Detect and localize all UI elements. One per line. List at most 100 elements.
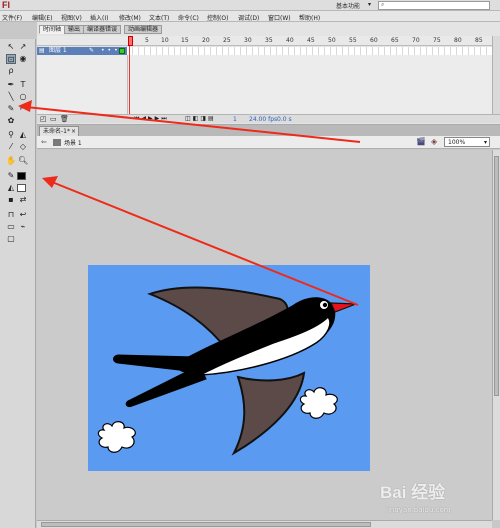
deco-tool-icon[interactable]: ✿ [6,116,16,126]
stroke-color-swatch[interactable] [17,172,26,180]
help-search-input[interactable]: ⌕ [378,1,490,10]
3d-rotation-tool-icon[interactable]: ◉ [18,54,28,64]
frame-number: 50 [328,37,336,44]
playhead[interactable] [128,36,133,46]
timeline-panel: 时间轴 输出 编译器错误 动画编辑器 👁︎🔒︎□ 1 5 10 15 20 25… [37,22,500,125]
layer-frames[interactable] [127,47,500,55]
scene-breadcrumb[interactable]: 场景 1 [64,138,82,147]
back-arrow-icon[interactable]: ⇐ [41,138,47,146]
stage-canvas[interactable] [88,265,370,471]
timeline-header: 👁︎🔒︎□ 1 5 10 15 20 25 30 35 40 45 50 55 … [37,36,500,58]
frame-number: 20 [202,37,210,44]
chevron-down-icon[interactable]: ▾ [368,1,371,8]
tab-output[interactable]: 输出 [64,25,85,34]
document-tab-title: 未命名-1* [43,128,70,135]
pen-tool-icon[interactable]: ✒ [6,80,16,90]
fill-color-swatch[interactable] [17,184,26,192]
watermark-brand: Bai 经验 [380,483,446,502]
swallow-drawing [97,286,357,456]
new-folder-icon[interactable]: ▭ [50,115,57,123]
swap-colors-icon[interactable]: ⇄ [18,195,28,205]
cloud-left [97,421,136,453]
scene-icon [53,139,61,146]
pencil-tool-icon[interactable]: ✎ [6,104,16,114]
menu-control[interactable]: 控制(O) [207,13,228,22]
frame-number: 70 [412,37,420,44]
fill-color-icon: ◭ [7,183,15,192]
cloud-right [299,387,338,419]
fps-readout[interactable]: 24.00 fps [249,116,277,123]
layer-icon: ▤ [39,47,45,54]
edit-symbols-icon[interactable]: ◈ [431,137,437,146]
menu-text[interactable]: 文本(T) [149,13,169,22]
chevron-down-icon: ▾ [483,139,487,146]
default-colors-icon[interactable]: ▪ [6,195,16,205]
layer-name[interactable]: 图层 1 [49,47,67,55]
tab-compiler-errors[interactable]: 编译器错误 [83,25,122,34]
vertical-scroll-thumb[interactable] [494,156,499,396]
zoom-value: 100% [448,139,466,146]
bone-tool-icon[interactable]: ⚲ [6,130,16,140]
layer-visibility-dots[interactable]: ••• [101,47,121,55]
lasso-tool-icon[interactable]: ρ [6,66,16,76]
option-2-icon[interactable]: ▢ [6,234,16,244]
tab-motion-editor[interactable]: 动画编辑器 [124,25,163,34]
stroke-color-icon: ✎ [7,171,15,180]
eraser-tool-icon[interactable]: ◇ [18,142,28,152]
zoom-tool-icon[interactable]: 🔍︎ [18,156,28,166]
playback-controls[interactable]: ⏮◀▶▶⏭ [134,115,169,123]
text-tool-icon[interactable]: T [18,80,28,90]
line-tool-icon[interactable]: ╲ [6,92,16,102]
smooth-icon[interactable]: ↩ [18,210,28,220]
option-icon[interactable]: ⌁ [18,222,28,232]
eyedropper-tool-icon[interactable]: ⁄ [6,142,16,152]
new-layer-icon[interactable]: ◰ [40,115,47,123]
menu-window[interactable]: 窗口(W) [268,13,291,22]
frame-number: 10 [161,37,169,44]
paint-bucket-tool-icon[interactable]: ◭ [18,130,28,140]
baidu-jingyan-watermark: Bai 经验 jingyan.baidu.com [380,478,492,522]
snap-to-objects-icon[interactable]: ⊓ [6,210,16,220]
oval-tool-icon[interactable]: ○ [18,92,28,102]
hand-tool-icon[interactable]: ✋ [6,156,16,166]
close-icon[interactable]: × [71,127,76,136]
horizontal-scroll-thumb[interactable] [41,522,371,527]
workspace-switcher[interactable]: 基本功能 [336,1,360,10]
subselection-tool-icon[interactable]: ↗ [18,42,28,52]
free-transform-tool-icon[interactable]: ⊡ [6,54,16,64]
menu-modify[interactable]: 修改(M) [119,13,141,22]
frame-number: 45 [307,37,315,44]
app-title-bar: Fl 基本功能 ▾ ⌕ [0,0,500,11]
search-icon: ⌕ [381,1,385,8]
beak [330,302,357,313]
frames-grid-empty [127,55,500,114]
timeline-tabs: 时间轴 输出 编译器错误 动画编辑器 [37,25,500,34]
selection-tool-icon[interactable]: ↖ [6,42,16,52]
brush-tool-icon[interactable]: ⌐ [18,104,28,114]
menu-insert[interactable]: 插入(I) [90,13,108,22]
frame-number: 60 [370,37,378,44]
vertical-scrollbar[interactable] [492,150,500,520]
straighten-icon[interactable]: ▭ [6,222,16,232]
layer-row[interactable]: ▤ 图层 1 ✎ ••• [37,47,127,55]
menu-file[interactable]: 文件(F) [2,13,22,22]
onion-skin-icons[interactable]: ◫◧◨▤ [185,115,216,122]
document-tab[interactable]: 未命名-1* × [39,126,79,136]
menu-debug[interactable]: 调试(D) [238,13,259,22]
frame-number: 65 [391,37,399,44]
frame-number: 85 [475,37,483,44]
document-tabs: 未命名-1* × [37,125,500,136]
menu-view[interactable]: 视图(V) [61,13,82,22]
time-readout: 0.0 s [277,116,292,123]
menu-help[interactable]: 帮助(H) [299,13,320,22]
edit-bar: ⇐ 场景 1 🎬︎ ◈ 100% ▾ [37,136,500,149]
timeline-scrollbar[interactable] [492,36,500,114]
menu-edit[interactable]: 编辑(E) [32,13,52,22]
layer-outline-color[interactable] [119,48,125,54]
tab-timeline[interactable]: 时间轴 [39,25,66,34]
menu-command[interactable]: 命令(C) [178,13,199,22]
edit-scene-icon[interactable]: 🎬︎ [416,137,426,146]
delete-layer-icon[interactable]: 🗑︎ [60,115,69,123]
pencil-icon: ✎ [89,47,95,54]
zoom-select[interactable]: 100% ▾ [444,137,490,147]
